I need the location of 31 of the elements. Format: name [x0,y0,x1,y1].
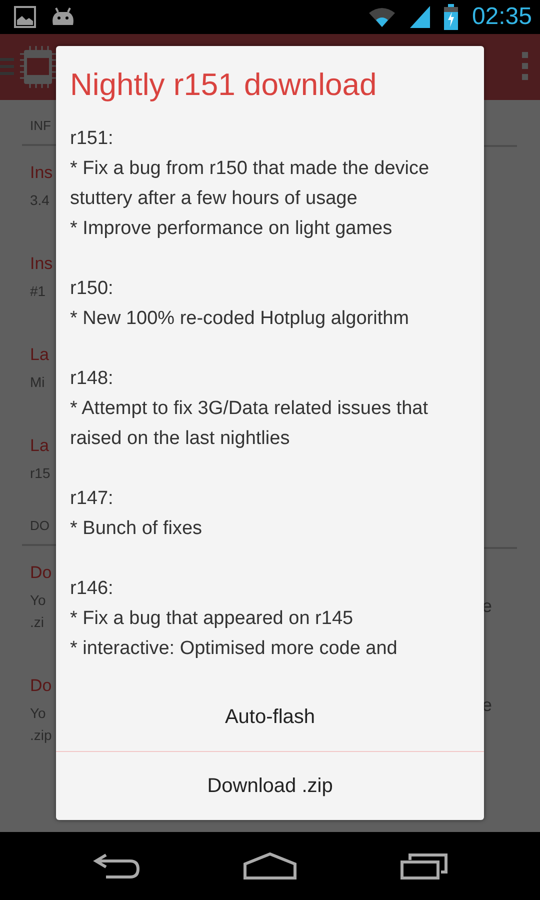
home-icon[interactable] [242,852,297,880]
version-label: r150: [70,277,114,301]
auto-flash-button[interactable]: Auto-flash [56,683,484,751]
version-label: r151: [70,127,114,151]
item-title: Ins [29,253,54,275]
wifi-icon [368,7,396,27]
version-label: r148: [70,367,114,391]
android-icon [50,7,76,27]
recent-apps-icon[interactable] [400,852,448,880]
item-title: Do [29,675,53,697]
item-title: La [29,344,50,366]
changelog-item: * Bunch of fixes [70,517,204,541]
version-label: r147: [70,487,114,511]
changelog-item: * Attempt to fix 3G/Data related issues that raised on the last nightlies [70,397,430,451]
changelog-item: * New 100% re-coded Hotplug algorithm [70,307,410,331]
signal-icon [410,6,430,28]
time: 02:35 [472,5,532,29]
changelog-item: * interactive: Optimised more code and [70,637,398,661]
download-button[interactable]: Download .zip [56,752,484,820]
changelog-item: * Improve performance on light games [70,217,394,241]
dialog-title: Nightly r151 download [69,66,378,104]
back-icon[interactable] [92,853,140,879]
chip-logo-icon [20,46,56,88]
item-title: Ins [29,162,54,184]
item-title: La [29,435,50,457]
battery-icon [444,4,458,30]
changelog-item: * Fix a bug that appeared on r145 [70,607,354,631]
item-title: Do [29,562,53,584]
changelog-item: * Fix a bug from r150 that made the device stuttery after a few hours of usage [70,157,430,211]
image-icon [14,6,36,28]
version-label: r146: [70,577,114,601]
